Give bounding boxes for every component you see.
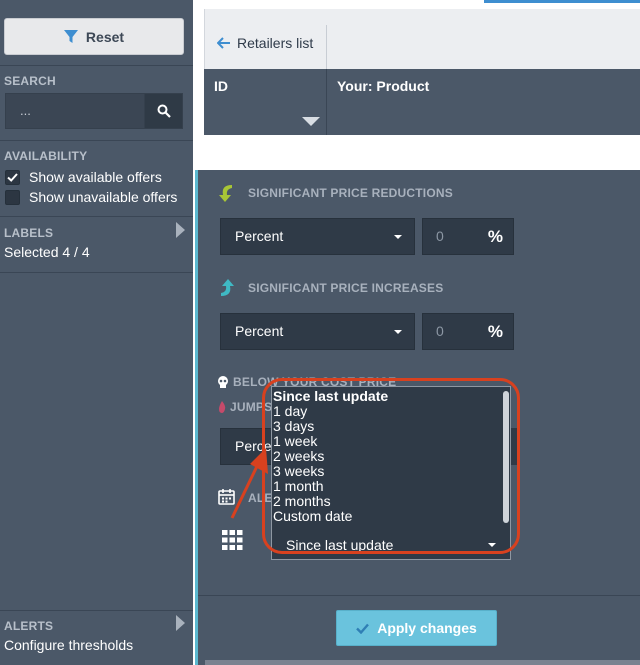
divider — [0, 65, 193, 66]
apply-changes-button[interactable]: Apply changes — [336, 610, 497, 646]
flame-icon — [219, 401, 226, 413]
available-label: Show available offers — [29, 169, 162, 185]
apply-changes-label: Apply changes — [377, 620, 477, 636]
reductions-value-input[interactable]: 0 % — [422, 218, 514, 255]
increases-heading: SIGNIFICANT PRICE INCREASES — [248, 281, 444, 295]
alerts-heading: ALERTS — [4, 619, 54, 633]
search-input[interactable]: ... — [5, 93, 145, 129]
divider — [326, 25, 327, 69]
labels-heading: LABELS — [4, 226, 54, 240]
search-button[interactable] — [144, 93, 183, 129]
price-down-arrow-icon — [219, 185, 232, 202]
reductions-mode-value: Percent — [235, 228, 284, 244]
chevron-down-icon — [394, 235, 402, 239]
percent-unit: % — [487, 227, 503, 246]
expand-labels-icon[interactable] — [176, 222, 185, 238]
checkbox-checked[interactable] — [5, 169, 20, 185]
filter-icon — [63, 29, 78, 43]
divider — [0, 216, 193, 217]
chevron-down-icon — [394, 330, 402, 334]
annotation-arrow — [230, 448, 268, 519]
annotation-highlight — [262, 378, 520, 554]
divider — [0, 272, 193, 273]
increases-mode-select[interactable]: Percent — [220, 313, 415, 350]
retailers-list-label: Retailers list — [237, 35, 314, 51]
configure-thresholds-link[interactable]: Configure thresholds — [4, 637, 133, 653]
top-accent-bar — [484, 0, 640, 3]
increases-value: 0 — [436, 323, 444, 339]
arrow-left-icon — [217, 37, 230, 49]
column-id[interactable]: ID — [214, 78, 228, 94]
increases-value-input[interactable]: 0 % — [422, 313, 514, 350]
check-icon — [356, 623, 370, 634]
checkbox-unchecked[interactable] — [5, 189, 20, 205]
reset-label: Reset — [85, 28, 125, 45]
divider — [0, 140, 193, 141]
percent-unit: % — [487, 322, 503, 341]
reset-button[interactable]: Reset — [4, 18, 184, 55]
increases-mode-value: Percent — [235, 323, 284, 339]
show-available-checkbox[interactable]: Show available offers — [5, 169, 162, 185]
reductions-value: 0 — [436, 228, 444, 244]
sort-down-icon[interactable] — [302, 117, 320, 126]
expand-alerts-icon[interactable] — [176, 615, 185, 631]
toolbar: Retailers list — [204, 9, 640, 69]
search-icon — [157, 104, 171, 118]
table-header: ID Your: Product — [204, 69, 640, 135]
retailers-list-link[interactable]: Retailers list — [217, 35, 313, 51]
sidebar: Reset SEARCH ... AVAILABILITY Show avail… — [0, 0, 193, 665]
reductions-heading: SIGNIFICANT PRICE REDUCTIONS — [248, 186, 453, 200]
skull-icon — [218, 376, 228, 388]
unavailable-label: Show unavailable offers — [29, 189, 178, 205]
check-icon — [7, 172, 18, 182]
price-up-arrow-icon — [221, 279, 234, 296]
grid-icon[interactable] — [222, 530, 243, 550]
reductions-mode-select[interactable]: Percent — [220, 218, 415, 255]
search-heading: SEARCH — [4, 74, 56, 88]
show-unavailable-checkbox[interactable]: Show unavailable offers — [5, 189, 177, 205]
divider — [198, 595, 640, 596]
divider — [326, 69, 327, 135]
footer-strip — [205, 660, 640, 665]
availability-heading: AVAILABILITY — [4, 149, 88, 163]
column-product[interactable]: Your: Product — [337, 78, 429, 94]
labels-value[interactable]: Selected 4 / 4 — [4, 244, 90, 260]
